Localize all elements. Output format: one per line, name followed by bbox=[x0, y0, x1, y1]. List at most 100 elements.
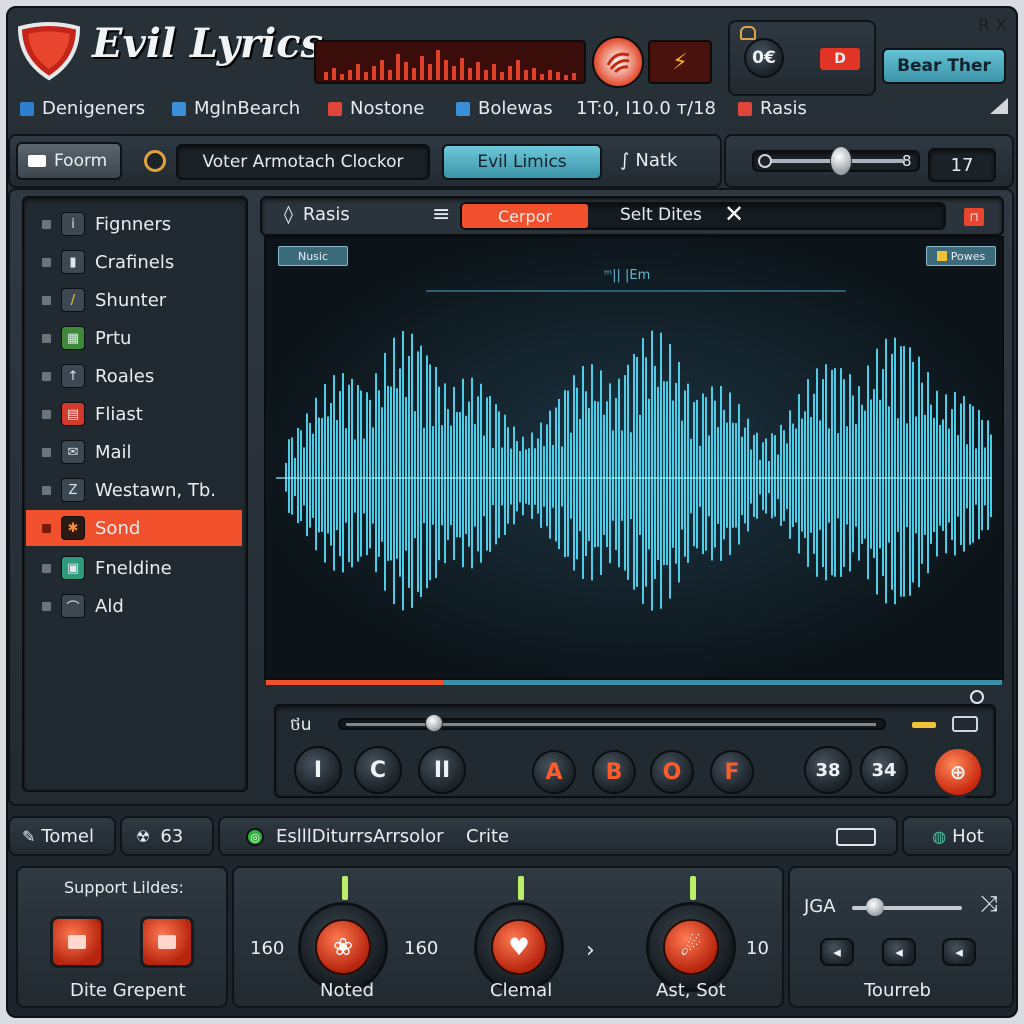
tab-form[interactable]: Foorm bbox=[16, 142, 122, 180]
editor-tab-label: Rasis bbox=[302, 204, 350, 225]
support-button-1[interactable] bbox=[50, 916, 104, 968]
knob-right-value: 10 bbox=[746, 938, 769, 959]
volume-slider[interactable]: 8 bbox=[752, 146, 920, 176]
hamburger-icon[interactable]: ≡ bbox=[432, 202, 450, 227]
back-button-2[interactable]: ◂ bbox=[882, 938, 916, 966]
mode-cerpor[interactable]: Cerpor bbox=[462, 204, 588, 228]
transport-button-f[interactable]: F bbox=[710, 750, 754, 794]
menu-item-denigeners[interactable]: Denigeners bbox=[20, 98, 145, 119]
sidebar-item-fneldine[interactable]: ▣ Fneldine bbox=[26, 550, 242, 586]
pause-button[interactable]: II bbox=[418, 746, 466, 794]
position-thumb[interactable] bbox=[424, 714, 443, 732]
timeline-progress[interactable] bbox=[266, 680, 1002, 685]
source-field[interactable]: Voter Armotach Clockor bbox=[176, 144, 430, 180]
transport-button-38[interactable]: 38 bbox=[804, 746, 852, 794]
menu-item-search[interactable]: MglnBearch bbox=[172, 98, 300, 119]
bullet bbox=[42, 333, 51, 343]
knob-center-icon: ❀ bbox=[315, 919, 371, 975]
sidebar-item-ald[interactable]: ⌒ Ald bbox=[26, 588, 242, 624]
sidebar-item-shunter[interactable]: / Shunter bbox=[26, 282, 242, 318]
shuffle-icon[interactable]: ⤨ bbox=[980, 892, 998, 917]
back-button-1[interactable]: ◂ bbox=[820, 938, 854, 966]
sidebar-item-crafinels[interactable]: ▮ Crafinels bbox=[26, 244, 242, 280]
sidebar-item-westawn[interactable]: Z Westawn, Tb. bbox=[26, 472, 242, 508]
flame-icon: ☄ bbox=[663, 919, 719, 975]
tab-form-label: Foorm bbox=[54, 151, 108, 171]
back-button-3[interactable]: ◂ bbox=[942, 938, 976, 966]
waveform-svg bbox=[276, 330, 992, 611]
sidebar-item-label: Mail bbox=[95, 441, 132, 463]
bullet bbox=[42, 447, 51, 457]
status-crite-text: Crite bbox=[466, 826, 510, 847]
star-icon: ✱ bbox=[61, 516, 85, 540]
status-count[interactable]: ☢ 63 bbox=[120, 816, 214, 856]
header-action-label: Bear Ther bbox=[897, 56, 991, 76]
volume-value[interactable]: 17 bbox=[928, 148, 996, 182]
transport-button-34[interactable]: 34 bbox=[860, 746, 908, 794]
counter-display[interactable]: 0€ bbox=[744, 38, 784, 78]
transport-button-a[interactable]: A bbox=[532, 750, 576, 794]
position-slider[interactable] bbox=[338, 714, 886, 732]
refresh-icon[interactable] bbox=[970, 690, 984, 704]
lightning-button[interactable]: ⚡ bbox=[648, 40, 712, 84]
knob-caption: Noted bbox=[320, 980, 375, 1001]
transport-button-c[interactable]: C bbox=[354, 746, 402, 794]
menu-item-bolewas[interactable]: Bolewas bbox=[456, 98, 553, 119]
status-hot[interactable]: ◍ Hot bbox=[902, 816, 1014, 856]
tab-evil-lyrics[interactable]: Evil Limics bbox=[442, 144, 602, 180]
status-path[interactable]: ◎ EslllDiturrsArrsolor Crite bbox=[218, 816, 898, 856]
output-icon[interactable] bbox=[952, 716, 978, 732]
close-icon[interactable]: ✕ bbox=[724, 200, 744, 228]
menu-item-nostone[interactable]: Nostone bbox=[328, 98, 424, 119]
menu-icon bbox=[20, 101, 34, 116]
editor-menu-icon[interactable]: ⊓ bbox=[964, 208, 984, 226]
tab-network[interactable]: ∫ Natk bbox=[620, 150, 677, 171]
source-field-text: Voter Armotach Clockor bbox=[202, 152, 404, 172]
knob-tick bbox=[518, 876, 524, 900]
bullet bbox=[42, 523, 51, 533]
mode-selt-dites[interactable]: Selt Dites bbox=[620, 205, 702, 225]
volume-thumb[interactable] bbox=[830, 146, 852, 176]
gamepad-icon: ☢ bbox=[136, 826, 151, 846]
window-close-icon[interactable]: R X bbox=[978, 16, 1007, 36]
sidebar-item-label: Ald bbox=[95, 595, 124, 617]
knob-ast-sot[interactable]: ☄ bbox=[646, 902, 736, 992]
status-hot-label: Hot bbox=[952, 825, 984, 847]
header-action-button[interactable]: Bear Ther bbox=[882, 48, 1006, 84]
sidebar-item-fliast[interactable]: ▤ Fliast bbox=[26, 396, 242, 432]
sidebar-item-mail[interactable]: ✉ Mail bbox=[26, 434, 242, 470]
briefcase-icon bbox=[158, 935, 176, 949]
tour-slider-thumb[interactable] bbox=[866, 898, 884, 916]
tour-slider[interactable] bbox=[852, 898, 962, 916]
transport-label: B bbox=[605, 759, 623, 785]
hand-logo-icon[interactable] bbox=[592, 36, 644, 88]
drop-icon: ◊ bbox=[284, 204, 293, 225]
transport-button-b[interactable]: B bbox=[592, 750, 636, 794]
knob-noted[interactable]: ❀ bbox=[298, 902, 388, 992]
menu-item-rasis[interactable]: Rasis bbox=[738, 98, 807, 119]
sidebar-item-roales[interactable]: ↑ Roales bbox=[26, 358, 242, 394]
status-tomel[interactable]: ✎ Tomel bbox=[8, 816, 116, 856]
link-icon[interactable] bbox=[836, 828, 876, 846]
knob-arrow: › bbox=[586, 938, 595, 963]
menu-icon bbox=[328, 101, 342, 116]
support-button-2[interactable] bbox=[140, 916, 194, 968]
record-badge[interactable]: D bbox=[820, 48, 860, 70]
sidebar-item-sond[interactable]: ✱ Sond bbox=[26, 510, 242, 546]
sidebar-item-prtu[interactable]: ▦ Prtu bbox=[26, 320, 242, 356]
sidebar-item-fignners[interactable]: i Fignners bbox=[26, 206, 242, 242]
sidebar-item-label: Fignners bbox=[95, 213, 172, 235]
globe-icon: ◍ bbox=[932, 826, 947, 846]
bullet bbox=[42, 563, 51, 573]
resize-grip-icon[interactable] bbox=[990, 98, 1008, 114]
knob-clemal[interactable]: ♥ bbox=[474, 902, 564, 992]
transport-button-o[interactable]: O bbox=[650, 750, 694, 794]
editor-tab-rasis[interactable]: ◊ Rasis bbox=[284, 204, 350, 225]
target-icon[interactable] bbox=[144, 150, 166, 172]
transport-label: O bbox=[662, 759, 682, 785]
level-indicator bbox=[912, 722, 936, 728]
record-button[interactable]: ⊕ bbox=[932, 746, 984, 798]
counter-value: 0€ bbox=[752, 48, 776, 68]
folder-icon bbox=[28, 155, 46, 167]
transport-button-i[interactable]: I bbox=[294, 746, 342, 794]
